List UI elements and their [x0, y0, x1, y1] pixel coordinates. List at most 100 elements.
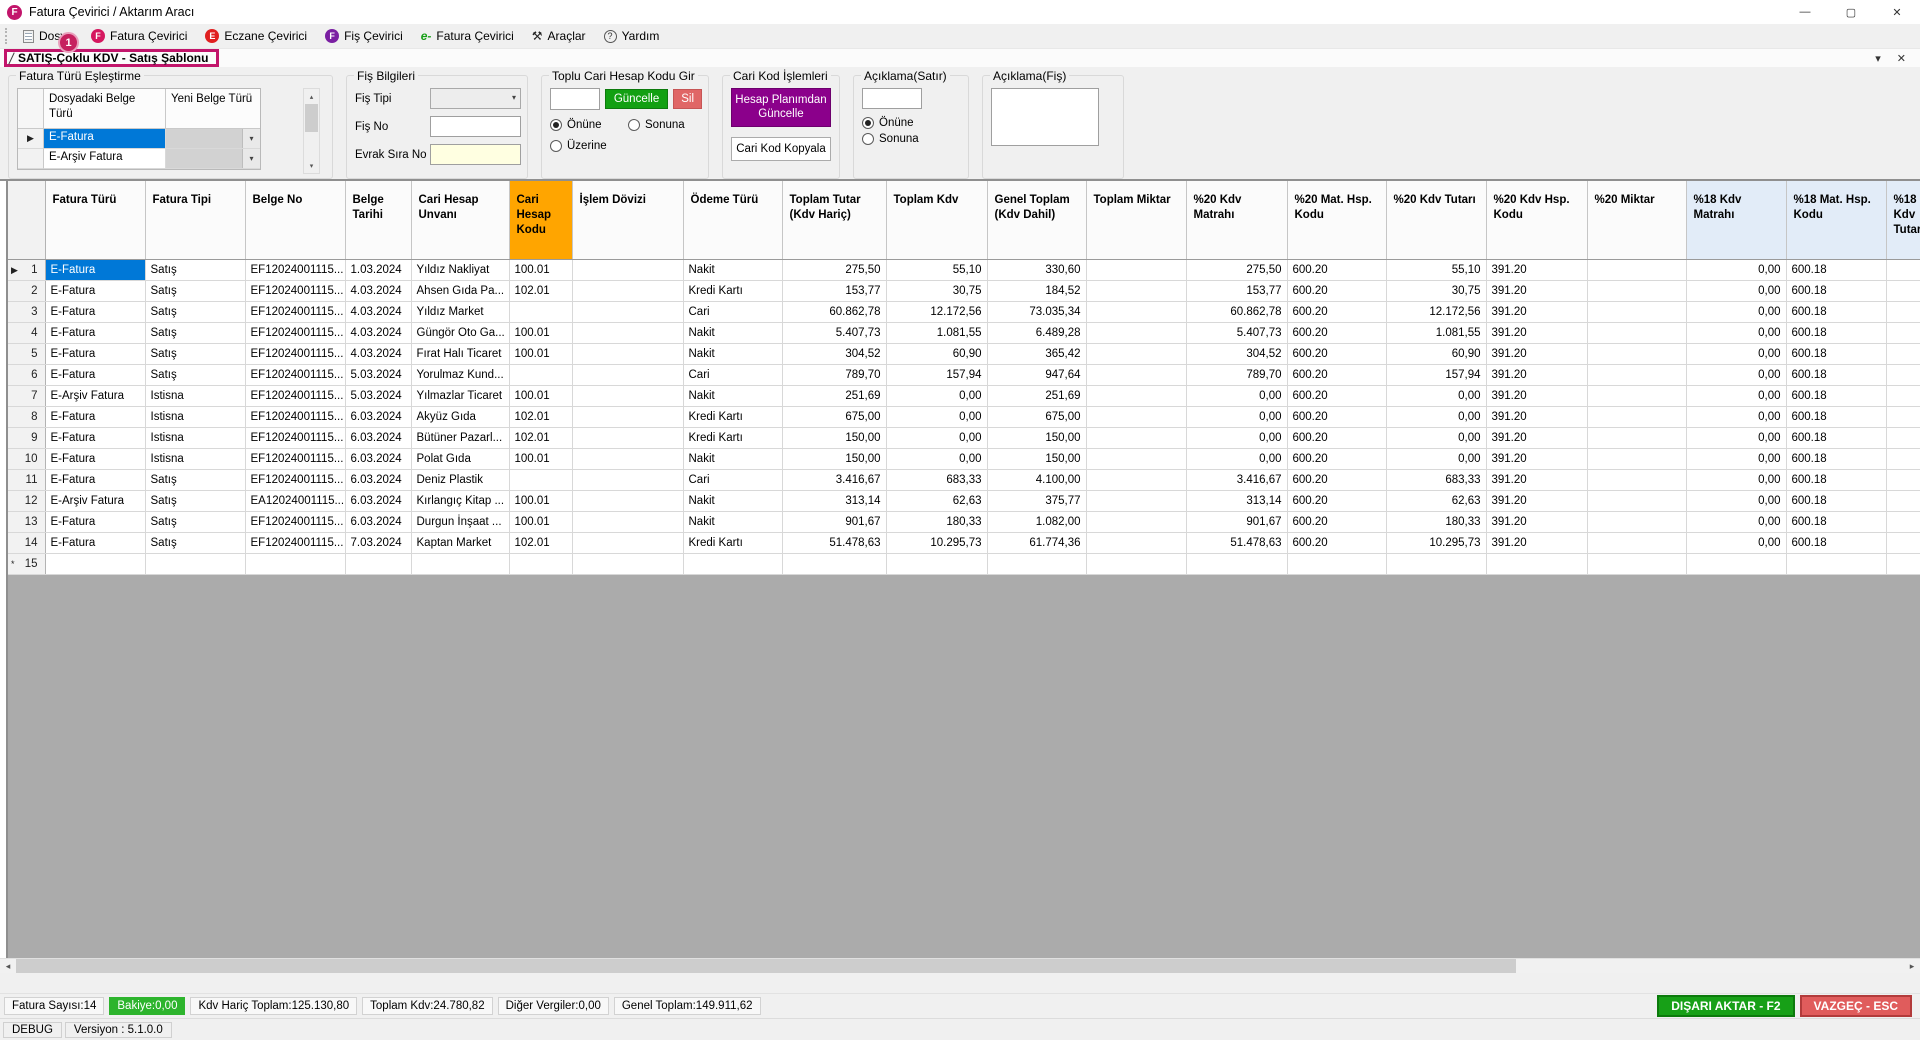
cell[interactable]: Satış — [145, 343, 246, 365]
table-row[interactable]: 7 E-Arşiv Fatura Istisna EF12024001115... 5.… — [8, 385, 1920, 407]
cell[interactable]: 180,33 — [886, 511, 988, 533]
tab-list-dropdown-icon[interactable]: ▾ — [1875, 52, 1881, 65]
cell[interactable]: 12.172,56 — [1386, 301, 1487, 323]
cell[interactable]: E-Arşiv Fatura — [45, 385, 146, 407]
cell[interactable] — [509, 364, 573, 386]
cell[interactable] — [572, 364, 684, 386]
cell[interactable]: 600.18 — [1786, 343, 1887, 365]
cell[interactable]: 600.20 — [1287, 448, 1387, 470]
cell[interactable]: Nakit — [683, 448, 783, 470]
table-row[interactable]: 6 E-Fatura Satış EF12024001115... 5.03.2024 Y… — [8, 364, 1920, 386]
cell[interactable] — [1886, 343, 1920, 365]
cell[interactable]: EF12024001115... — [245, 427, 346, 449]
table-row[interactable]: 14 E-Fatura Satış EF12024001115... 7.03.2024… — [8, 532, 1920, 554]
cell[interactable]: Istisna — [145, 427, 246, 449]
cell[interactable]: 157,94 — [886, 364, 988, 386]
cell[interactable] — [1086, 343, 1187, 365]
column-header[interactable]: %18 Kdv Matrahı — [1686, 181, 1787, 260]
cell[interactable] — [1886, 469, 1920, 491]
table-row[interactable]: 4 E-Fatura Satış EF12024001115... 4.03.2024 G… — [8, 322, 1920, 344]
cell[interactable]: 150,00 — [987, 448, 1087, 470]
cell[interactable] — [1086, 427, 1187, 449]
cell[interactable]: 0,00 — [1186, 406, 1288, 428]
cell[interactable]: 4.03.2024 — [345, 322, 412, 344]
cell[interactable] — [1886, 427, 1920, 449]
column-header[interactable]: Cari Hesap Unvanı — [411, 181, 510, 260]
cell[interactable]: 0,00 — [886, 448, 988, 470]
cell[interactable]: EF12024001115... — [245, 364, 346, 386]
cell[interactable]: 600.18 — [1786, 259, 1887, 281]
cell[interactable] — [1587, 490, 1687, 512]
cell[interactable]: 3.416,67 — [1186, 469, 1288, 491]
cell[interactable] — [509, 301, 573, 323]
cell[interactable]: 30,75 — [1386, 280, 1487, 302]
cell[interactable]: EF12024001115... — [245, 280, 346, 302]
cell[interactable]: 3.416,67 — [782, 469, 887, 491]
row-selector[interactable]: * 15 — [8, 553, 46, 575]
cell[interactable]: 10.295,73 — [1386, 532, 1487, 554]
cell[interactable]: 62,63 — [1386, 490, 1487, 512]
cell[interactable]: 391.20 — [1486, 532, 1588, 554]
cell[interactable]: 600.18 — [1786, 490, 1887, 512]
row-selector[interactable] — [18, 149, 44, 169]
cell[interactable]: Nakit — [683, 385, 783, 407]
row-selector[interactable]: 11 — [8, 469, 46, 491]
cell[interactable]: Cari — [683, 469, 783, 491]
cell[interactable] — [1886, 322, 1920, 344]
cell[interactable] — [572, 511, 684, 533]
cell[interactable]: 1.03.2024 — [345, 259, 412, 281]
cell[interactable]: 0,00 — [1686, 532, 1787, 554]
table-row[interactable]: 2 E-Fatura Satış EF12024001115... 4.03.2024 A… — [8, 280, 1920, 302]
column-header[interactable]: %20 Miktar — [1587, 181, 1687, 260]
cell[interactable]: 184,52 — [987, 280, 1087, 302]
cell[interactable]: E-Fatura — [45, 280, 146, 302]
cell[interactable]: E-Fatura — [45, 301, 146, 323]
cell[interactable] — [572, 406, 684, 428]
minimize-icon[interactable]: — — [1782, 0, 1828, 24]
column-header[interactable]: Toplam Tutar (Kdv Hariç) — [782, 181, 887, 260]
cell[interactable]: 0,00 — [1686, 427, 1787, 449]
grid-corner-header[interactable] — [8, 181, 46, 260]
cell[interactable]: 0,00 — [1186, 448, 1288, 470]
cell[interactable]: Fırat Halı Ticaret — [411, 343, 510, 365]
cell[interactable]: Nakit — [683, 259, 783, 281]
menu-item-fatura-evirici[interactable]: e- Fatura Çevirici — [412, 26, 523, 46]
cell[interactable]: 153,77 — [1186, 280, 1288, 302]
cell[interactable] — [572, 532, 684, 554]
disari-aktar-button[interactable]: DIŞARI AKTAR - F2 — [1657, 995, 1795, 1017]
cell[interactable]: 391.20 — [1486, 280, 1588, 302]
cell[interactable] — [1086, 259, 1187, 281]
column-header[interactable]: %18 Kdv Tutarı — [1886, 181, 1920, 260]
cell[interactable]: 0,00 — [1686, 364, 1787, 386]
cell[interactable]: EF12024001115... — [245, 301, 346, 323]
cell[interactable]: 275,50 — [1186, 259, 1288, 281]
cell[interactable]: 0,00 — [1386, 385, 1487, 407]
row-selector[interactable]: ▶ — [18, 129, 44, 149]
cell[interactable]: 0,00 — [1686, 280, 1787, 302]
cell[interactable]: E-Fatura — [45, 364, 146, 386]
cell[interactable] — [1587, 532, 1687, 554]
radio-sonuna[interactable]: Sonuna — [862, 133, 962, 145]
cell[interactable]: EA12024001115... — [245, 490, 346, 512]
cell[interactable] — [1086, 385, 1187, 407]
mapping-row[interactable]: ▶ E-Fatura ▾ — [18, 129, 260, 149]
cell[interactable] — [1086, 532, 1187, 554]
cell[interactable]: EF12024001115... — [245, 448, 346, 470]
cell[interactable] — [509, 553, 573, 575]
column-header[interactable]: Belge No — [245, 181, 346, 260]
cell[interactable]: 330,60 — [987, 259, 1087, 281]
cell[interactable] — [1886, 259, 1920, 281]
column-header[interactable]: Ödeme Türü — [683, 181, 783, 260]
cell[interactable]: 4.03.2024 — [345, 280, 412, 302]
cell[interactable]: 100.01 — [509, 259, 573, 281]
cell[interactable]: 600.18 — [1786, 385, 1887, 407]
cell[interactable] — [1587, 364, 1687, 386]
cell[interactable]: 6.489,28 — [987, 322, 1087, 344]
cell[interactable]: 391.20 — [1486, 469, 1588, 491]
table-row[interactable]: 9 E-Fatura Istisna EF12024001115... 6.03.202… — [8, 427, 1920, 449]
scrollbar-thumb[interactable] — [16, 959, 1516, 973]
row-selector[interactable]: 7 — [8, 385, 46, 407]
cell[interactable]: 100.01 — [509, 448, 573, 470]
cell[interactable]: 0,00 — [1186, 427, 1288, 449]
cell[interactable]: E-Fatura — [45, 532, 146, 554]
